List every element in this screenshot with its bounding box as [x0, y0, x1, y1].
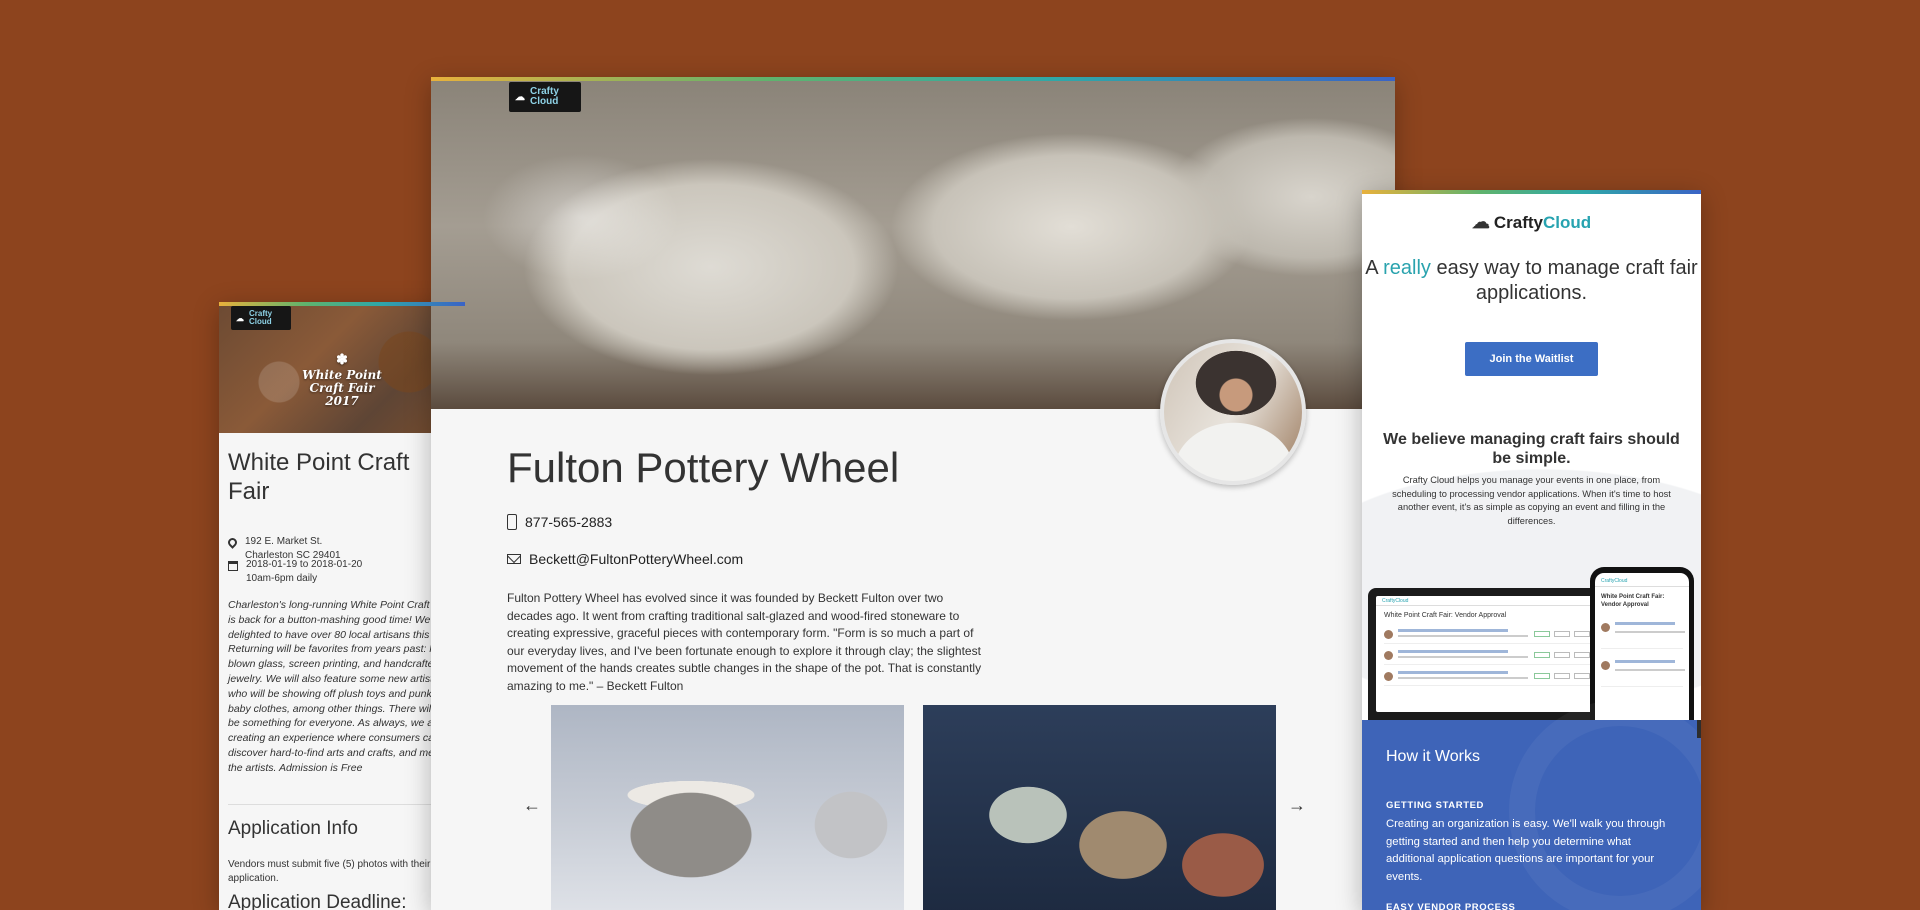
accent-strip [431, 77, 1395, 81]
event-title: White Point Craft Fair [228, 449, 410, 505]
gallery-image[interactable] [923, 705, 1276, 910]
headline-text: A [1365, 257, 1384, 279]
banner-title: ✽ White Point Craft Fair 2017 [219, 352, 465, 408]
banner-line: Craft Fair [309, 381, 375, 395]
list-item [1384, 647, 1592, 665]
laptop-brand: CraftyCloud [1376, 596, 1600, 606]
banner-line: 2017 [325, 394, 359, 408]
phone-text[interactable]: 877-565-2883 [525, 514, 612, 530]
application-info-text: Vendors must submit five (5) photos with… [228, 859, 431, 884]
headline: A really easy way to manage craft fair a… [1362, 256, 1701, 306]
headline-text: easy way to manage craft fair applicatio… [1430, 257, 1698, 304]
phone-brand: CraftyCloud [1595, 573, 1689, 587]
logo-text: Crafty [1493, 212, 1543, 232]
scrollbar[interactable] [1697, 720, 1701, 738]
vendor-name: Fulton Pottery Wheel [507, 444, 900, 491]
headline-accent: really [1383, 257, 1431, 279]
cloud-icon: ☁ [236, 313, 244, 323]
how-it-works-section: How it Works GETTING STARTED Creating an… [1362, 700, 1701, 910]
list-item [1601, 619, 1685, 649]
accent-strip [1362, 190, 1701, 194]
believe-heading: We believe managing craft fairs should b… [1383, 431, 1680, 467]
location-pin-icon [226, 536, 239, 549]
gallery-next-arrow-icon[interactable]: → [1288, 795, 1306, 816]
badge-text: Cloud [249, 317, 272, 326]
vendor-avatar [1160, 339, 1306, 485]
cloud-icon: ☁ [515, 91, 525, 103]
divider [228, 804, 456, 805]
gallery-image[interactable] [551, 705, 904, 910]
event-card: ☁ Crafty Cloud ✽ White Point Craft Fair 2… [219, 302, 465, 910]
easy-vendor-process-label: EASY VENDOR PROCESS [1386, 902, 1516, 910]
vendor-email: Beckett@FultonPotteryWheel.com [507, 551, 743, 567]
mail-icon [507, 554, 521, 564]
vendor-phone: 877-565-2883 [507, 514, 612, 530]
crafty-cloud-badge[interactable]: ☁ Crafty Cloud [231, 306, 291, 330]
laptop-screen: CraftyCloud White Point Craft Fair: Vend… [1376, 596, 1600, 712]
banner-line: White Point [302, 368, 382, 382]
badge-text: Cloud [530, 96, 559, 107]
laptop-mockup: CraftyCloud White Point Craft Fair: Vend… [1368, 588, 1608, 720]
list-item [1601, 657, 1685, 687]
address-line: 192 E. Market St. [245, 536, 323, 547]
hours: 10am-6pm daily [246, 573, 318, 584]
getting-started-text: Creating an organization is easy. We'll … [1386, 818, 1666, 883]
crafty-cloud-badge[interactable]: ☁ Crafty Cloud [509, 82, 581, 112]
phone-icon [507, 514, 517, 530]
date-range: 2018-01-19 to 2018-01-20 [246, 559, 363, 570]
crafty-cloud-logo[interactable]: ☁ Crafty Cloud [1362, 212, 1701, 233]
getting-started-label: GETTING STARTED [1386, 800, 1485, 811]
join-waitlist-button[interactable]: Join the Waitlist [1465, 342, 1598, 376]
how-it-works-heading: How it Works [1386, 748, 1480, 765]
list-item [1384, 668, 1592, 686]
accent-strip [219, 302, 465, 306]
phone-screen: CraftyCloud White Point Craft Fair: Vend… [1595, 573, 1689, 720]
landing-page-card: ☁ Crafty Cloud A really easy way to manag… [1362, 190, 1701, 910]
gallery-prev-arrow-icon[interactable]: ← [523, 795, 541, 816]
phone-mockup: CraftyCloud White Point Craft Fair: Vend… [1590, 567, 1694, 720]
laptop-title: White Point Craft Fair: Vendor Approval [1384, 612, 1507, 619]
cloud-icon: ☁ [1471, 212, 1490, 232]
phone-title: White Point Craft Fair: Vendor Approval [1601, 594, 1665, 608]
logo-text: Cloud [1542, 212, 1592, 232]
event-dates: 2018-01-19 to 2018-01-20 10am-6pm daily [228, 558, 362, 586]
event-banner-image: ☁ Crafty Cloud ✽ White Point Craft Fair 2… [219, 302, 465, 433]
application-deadline-heading: Application Deadline: [228, 892, 407, 910]
application-info-heading: Application Info [228, 818, 358, 839]
flower-icon: ✽ [336, 352, 348, 368]
believe-text: Crafty Cloud helps you manage your event… [1392, 475, 1671, 526]
hero-section: ☁ Crafty Cloud A really easy way to manag… [1362, 190, 1701, 720]
email-link[interactable]: Beckett@FultonPotteryWheel.com [529, 551, 743, 567]
list-item [1384, 626, 1592, 644]
vendor-profile-card: ☁ Crafty Cloud Fulton Pottery Wheel 877-5… [431, 77, 1395, 910]
calendar-icon [228, 561, 238, 571]
event-description: Charleston's long-running White Point Cr… [228, 599, 457, 774]
vendor-description: Fulton Pottery Wheel has evolved since i… [507, 591, 982, 693]
